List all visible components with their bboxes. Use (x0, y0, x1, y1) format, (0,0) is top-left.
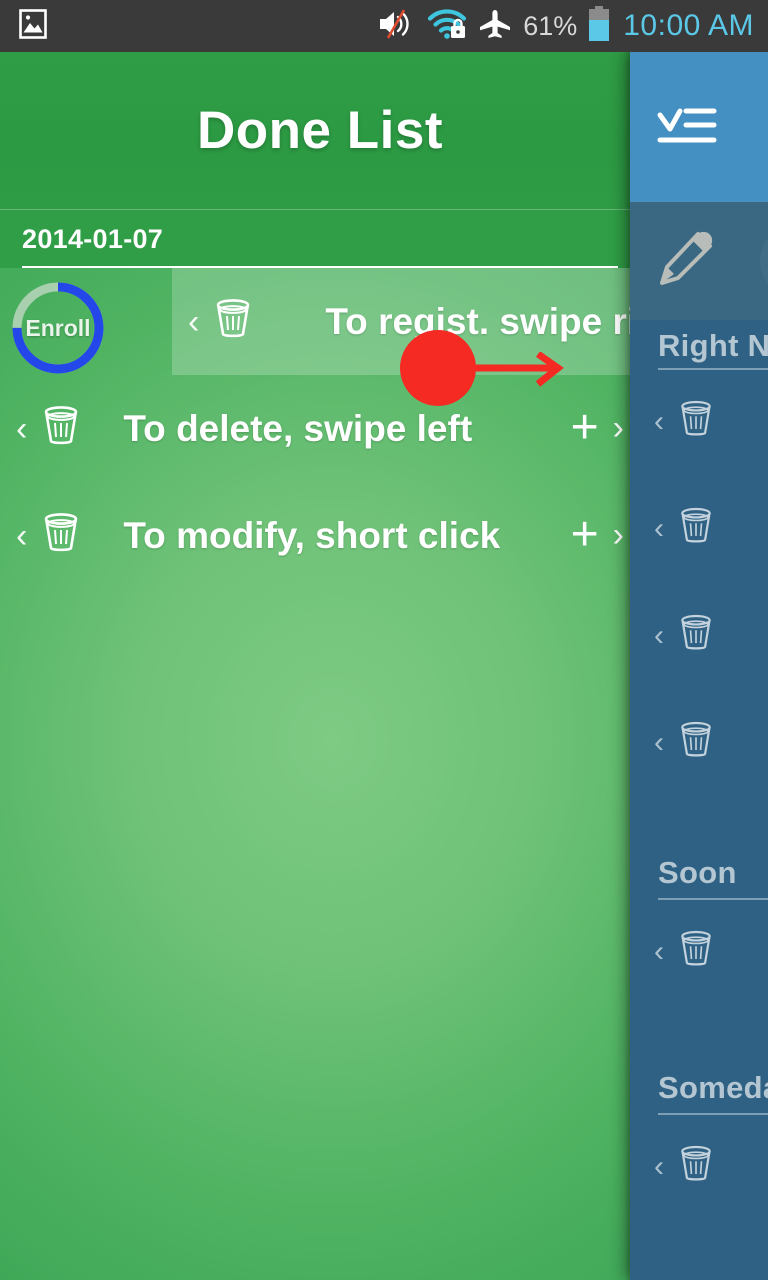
drawer-action-circle-button[interactable] (760, 223, 768, 299)
chevron-left-icon[interactable]: ‹ (188, 305, 199, 339)
battery-percentage: 61% (523, 10, 578, 41)
app-title-bar: Done List (0, 52, 640, 210)
trash-icon[interactable] (674, 1143, 718, 1190)
list-item[interactable]: ‹ (654, 505, 758, 552)
status-bar: 61% 10:00 AM (0, 0, 768, 52)
enroll-progress-button[interactable]: Enroll (8, 278, 108, 378)
main-content-pane: Done List 2014-01-07 ‹ To regist. swipe … (0, 52, 640, 1280)
drawer-inner: Right Now ‹ (630, 52, 768, 1280)
status-bar-right: 61% 10:00 AM (377, 5, 768, 47)
chevron-left-icon[interactable]: ‹ (654, 620, 664, 651)
enroll-label: Enroll (25, 314, 91, 341)
trash-icon[interactable] (37, 403, 85, 454)
list-item[interactable]: ‹ (654, 398, 758, 445)
trash-icon[interactable] (674, 505, 718, 552)
list-item[interactable]: ‹ (654, 719, 758, 766)
list-item[interactable]: ‹ (654, 928, 758, 975)
right-navigation-drawer[interactable]: Right Now ‹ (630, 52, 768, 1280)
drawer-body: Right Now ‹ (630, 320, 768, 1280)
chevron-left-icon[interactable]: ‹ (16, 519, 27, 553)
gallery-image-icon (18, 8, 48, 44)
date-header[interactable]: 2014-01-07 (0, 210, 640, 268)
trash-icon[interactable] (674, 612, 718, 659)
trash-icon[interactable] (37, 510, 85, 561)
chevron-left-icon[interactable]: ‹ (654, 406, 664, 437)
drawer-section-rule (658, 1113, 768, 1115)
drawer-action-bar (630, 202, 768, 320)
chevron-left-icon[interactable]: ‹ (654, 936, 664, 967)
trash-icon[interactable] (209, 296, 257, 347)
status-bar-clock: 10:00 AM (623, 9, 754, 42)
trash-icon[interactable] (674, 719, 718, 766)
row-leading-actions[interactable]: ‹ (16, 403, 85, 454)
page-title: Done List (197, 101, 443, 160)
list-item-label: To regist. swipe right (325, 300, 640, 342)
status-bar-left (0, 8, 48, 44)
phone-screen: 61% 10:00 AM Done List 2014-01-07 ‹ To r… (0, 0, 768, 1280)
table-row[interactable]: ‹ To delete, swipe left + › (0, 375, 640, 482)
volume-muted-icon (377, 8, 417, 45)
row-leading-actions[interactable]: ‹ (16, 510, 85, 561)
drawer-section-title-someday: Someday (658, 1070, 768, 1105)
table-row[interactable]: ‹ To modify, short click + › (0, 482, 640, 589)
chevron-left-icon[interactable]: ‹ (16, 412, 27, 446)
drawer-header (630, 52, 768, 202)
trash-icon[interactable] (674, 928, 718, 975)
list-item-label: To modify, short click (123, 514, 501, 556)
drawer-section-rule (658, 898, 768, 900)
chevron-left-icon[interactable]: ‹ (654, 727, 664, 758)
list-item[interactable]: ‹ (654, 1143, 758, 1190)
list-item[interactable]: ‹ (654, 612, 758, 659)
drawer-section-title-soon: Soon (658, 855, 737, 890)
add-icon[interactable]: + (571, 404, 599, 452)
trash-icon[interactable] (674, 398, 718, 445)
airplane-mode-icon (477, 8, 513, 45)
list-item-label: To delete, swipe left (123, 407, 473, 449)
drawer-section-rule (658, 368, 768, 370)
date-label: 2014-01-07 (22, 223, 164, 254)
wifi-secured-icon (427, 8, 467, 45)
add-icon[interactable]: + (571, 511, 599, 559)
chevron-left-icon[interactable]: ‹ (654, 513, 664, 544)
drawer-section-title-right-now: Right Now (658, 328, 768, 363)
chevron-right-icon[interactable]: › (613, 411, 624, 445)
battery-icon (587, 5, 611, 47)
chevron-left-icon[interactable]: ‹ (654, 1151, 664, 1182)
row-leading-actions[interactable]: ‹ (188, 296, 257, 347)
checklist-icon[interactable] (656, 99, 718, 156)
chevron-right-icon[interactable]: › (613, 518, 624, 552)
pencil-edit-icon[interactable] (654, 228, 716, 295)
